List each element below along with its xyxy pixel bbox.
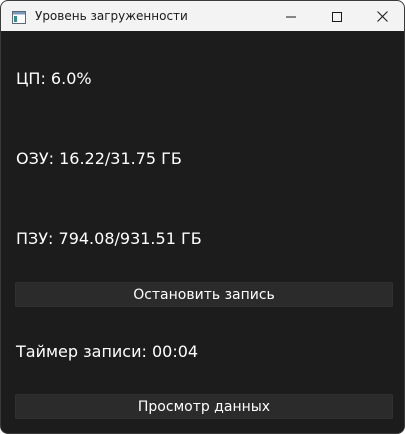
window-title: Уровень загруженности	[35, 9, 188, 23]
window-content: ЦП: 6.0% ОЗУ: 16.22/31.75 ГБ ПЗУ: 794.08…	[1, 31, 404, 433]
close-icon	[376, 7, 388, 26]
app-window-icon	[12, 9, 26, 24]
recording-timer-label: Таймер записи: 00:04	[16, 342, 199, 361]
title-bar[interactable]: Уровень загруженности	[1, 1, 404, 31]
ram-usage-label: ОЗУ: 16.22/31.75 ГБ	[16, 149, 182, 168]
view-data-button[interactable]: Просмотр данных	[15, 394, 393, 419]
stop-recording-button[interactable]: Остановить запись	[15, 282, 393, 307]
maximize-icon	[332, 7, 342, 26]
storage-usage-label: ПЗУ: 794.08/931.51 ГБ	[16, 229, 202, 248]
main-window: Уровень загруженности ЦП: 6.0% ОЗУ: 16.2…	[0, 0, 405, 434]
maximize-button[interactable]	[314, 1, 360, 31]
minimize-icon	[286, 7, 296, 26]
cpu-usage-label: ЦП: 6.0%	[16, 69, 92, 88]
minimize-button[interactable]	[268, 1, 314, 31]
close-button[interactable]	[359, 1, 404, 31]
